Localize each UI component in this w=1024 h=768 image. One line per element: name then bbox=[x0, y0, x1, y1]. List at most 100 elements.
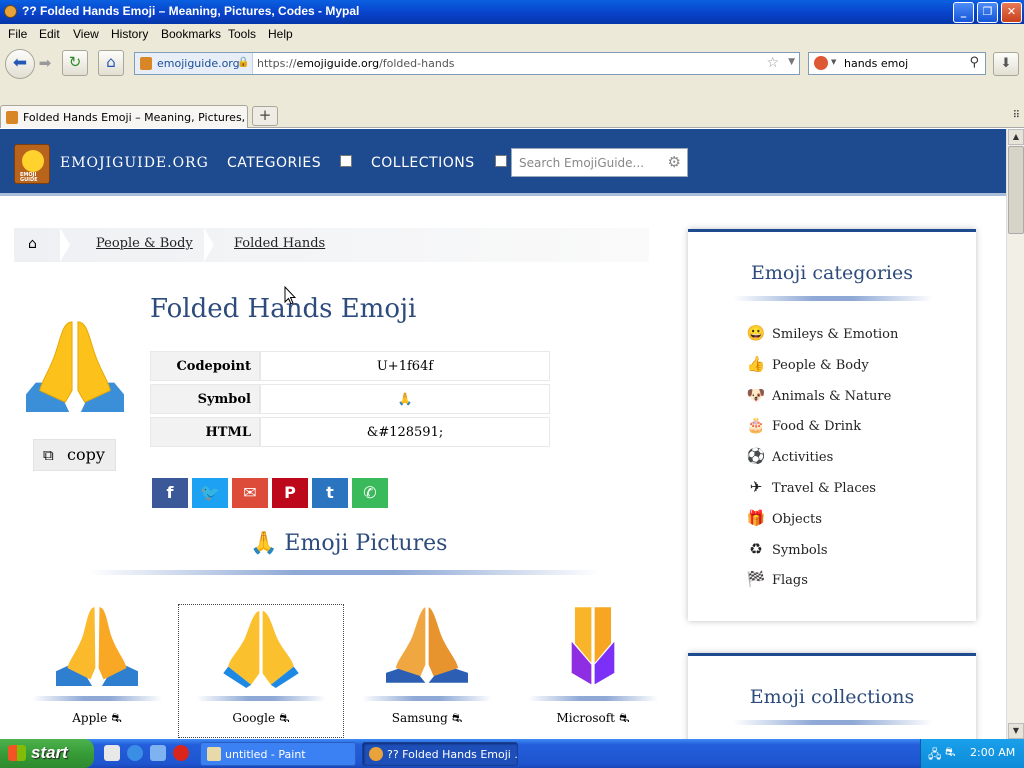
category-label: Animals & Nature bbox=[772, 388, 892, 404]
url-text[interactable]: https://emojiguide.org/folded-hands bbox=[257, 57, 455, 70]
site-identity[interactable]: emojiguide.org 🔒 bbox=[135, 53, 253, 74]
downloads-button[interactable]: ⬇ bbox=[993, 52, 1019, 76]
emoji-picture-samsung[interactable]: Samsung ⛐ bbox=[344, 604, 510, 738]
new-tab-button[interactable]: + bbox=[252, 106, 278, 126]
address-bar[interactable]: emojiguide.org 🔒 https://emojiguide.org/… bbox=[134, 52, 800, 75]
tab-list-icon[interactable]: ⠿ bbox=[1013, 110, 1020, 121]
category-label: Activities bbox=[772, 450, 834, 466]
search-engine-icon[interactable] bbox=[814, 56, 828, 70]
category-animals-nature[interactable]: 🐶 Animals & Nature bbox=[746, 386, 892, 404]
scroll-down-button[interactable]: ▼ bbox=[1008, 723, 1024, 739]
emojiguide-logo[interactable]: EMOJI GUIDE bbox=[14, 144, 50, 184]
menu-file[interactable]: File bbox=[8, 27, 27, 41]
picture-underline bbox=[196, 696, 326, 701]
vertical-scrollbar[interactable]: ▲ ▼ bbox=[1006, 129, 1024, 739]
nav-categories[interactable]: CATEGORIES bbox=[227, 155, 321, 171]
category-flags[interactable]: 🏁 Flags bbox=[746, 570, 808, 588]
menu-bookmarks[interactable]: Bookmarks bbox=[161, 27, 221, 41]
search-engine-dropdown-icon[interactable]: ▼ bbox=[831, 58, 836, 66]
emoji-picture-google[interactable]: Google ⛐ bbox=[178, 604, 344, 738]
search-bar[interactable]: ▼ hands emoj ⚲ bbox=[808, 52, 986, 75]
emoji-picture-microsoft[interactable]: Microsoft ⛐ bbox=[510, 604, 676, 738]
logo-text: EMOJI GUIDE bbox=[20, 172, 38, 183]
network-tray-icon[interactable]: 🖧 bbox=[928, 745, 941, 766]
internet-explorer-icon[interactable] bbox=[127, 745, 143, 761]
download-arrow-icon: ⬇ bbox=[1000, 56, 1012, 71]
start-button[interactable]: start bbox=[0, 739, 94, 768]
collections-checkbox[interactable] bbox=[495, 155, 507, 167]
site-brand[interactable]: EMOJIGUIDE.ORG bbox=[60, 155, 209, 171]
category-symbols[interactable]: ♻ Symbols bbox=[746, 539, 827, 558]
category-objects[interactable]: 🎁 Objects bbox=[746, 509, 822, 527]
task-paint[interactable]: untitled - Paint bbox=[200, 742, 356, 766]
categories-title: Emoji categories bbox=[751, 262, 913, 284]
categories-checkbox[interactable] bbox=[340, 155, 352, 167]
search-input[interactable]: hands emoj bbox=[844, 57, 908, 70]
close-button[interactable]: ✕ bbox=[1001, 2, 1022, 23]
windows-explorer-icon[interactable] bbox=[150, 745, 166, 761]
category-travel-places[interactable]: ✈ Travel & Places bbox=[746, 478, 876, 496]
clock: 2:00 AM bbox=[970, 746, 1016, 759]
home-button[interactable]: ⌂ bbox=[98, 50, 124, 76]
menu-bar: File Edit View History Bookmarks Tools H… bbox=[0, 24, 1024, 44]
category-people-body[interactable]: 👍 People & Body bbox=[746, 355, 869, 373]
codepoint-key: Codepoint bbox=[150, 351, 260, 381]
menu-help[interactable]: Help bbox=[268, 27, 293, 41]
forward-button[interactable]: ➡ bbox=[36, 54, 54, 74]
category-smileys-emotion[interactable]: 😀 Smileys & Emotion bbox=[746, 324, 899, 342]
pictures-heading: 🙏 Emoji Pictures bbox=[250, 531, 447, 556]
category-food-drink[interactable]: 🎂 Food & Drink bbox=[746, 416, 862, 435]
breadcrumb-people-body[interactable]: People & Body bbox=[96, 236, 193, 251]
task-mypal[interactable]: ?? Folded Hands Emoji ... bbox=[362, 742, 518, 766]
task-label: ?? Folded Hands Emoji ... bbox=[387, 748, 518, 761]
category-icon: ⚽ bbox=[746, 447, 766, 466]
category-activities[interactable]: ⚽ Activities bbox=[746, 447, 834, 466]
url-scheme: https:// bbox=[257, 57, 297, 70]
bookmark-star-icon[interactable]: ☆ bbox=[766, 55, 779, 71]
scroll-up-button[interactable]: ▲ bbox=[1008, 129, 1024, 145]
emoji-info-table: Codepoint U+1f64f Symbol 🙏 HTML &#128591; bbox=[150, 348, 550, 450]
url-dropdown-icon[interactable]: ▼ bbox=[788, 57, 795, 67]
vendor-logo-icon: ⛐ bbox=[111, 711, 122, 725]
tab-strip: Folded Hands Emoji – Meaning, Pictures, … bbox=[0, 84, 1024, 128]
menu-tools[interactable]: Tools bbox=[228, 27, 256, 41]
menu-edit[interactable]: Edit bbox=[39, 27, 60, 41]
scroll-thumb[interactable] bbox=[1008, 146, 1024, 234]
emoji-picture-apple[interactable]: Apple ⛐ bbox=[14, 604, 180, 738]
tray-app-icon[interactable]: ⛐ bbox=[945, 745, 955, 761]
nav-collections[interactable]: COLLECTIONS bbox=[371, 155, 475, 171]
copy-label: copy bbox=[67, 445, 105, 464]
pictures-heading-text: Emoji Pictures bbox=[284, 531, 448, 556]
share-whatsapp-button[interactable]: ✆ bbox=[352, 478, 388, 508]
reload-button[interactable]: ↻ bbox=[62, 50, 88, 76]
tab-folded-hands[interactable]: Folded Hands Emoji – Meaning, Pictures, … bbox=[0, 105, 248, 128]
share-facebook-button[interactable]: f bbox=[152, 478, 188, 508]
breadcrumb-folded-hands[interactable]: Folded Hands bbox=[234, 236, 325, 251]
share-pinterest-button[interactable]: P bbox=[272, 478, 308, 508]
maximize-button[interactable]: ❐ bbox=[977, 2, 998, 23]
vendor-logo-icon: ⛐ bbox=[451, 711, 463, 725]
category-label: People & Body bbox=[772, 357, 869, 373]
category-label: Food & Drink bbox=[772, 419, 862, 435]
category-icon: ✈ bbox=[749, 478, 763, 496]
search-icon[interactable]: ⚲ bbox=[969, 55, 979, 70]
share-twitter-button[interactable]: 🐦 bbox=[192, 478, 228, 508]
table-row: Symbol 🙏 bbox=[150, 384, 550, 414]
menu-view[interactable]: View bbox=[73, 27, 99, 41]
category-icon: ♻ bbox=[749, 539, 763, 558]
tumblr-icon: t bbox=[326, 483, 334, 502]
opera-icon[interactable] bbox=[173, 745, 189, 761]
share-tumblr-button[interactable]: t bbox=[312, 478, 348, 508]
copy-button[interactable]: ⧉ copy bbox=[33, 439, 116, 471]
show-desktop-icon[interactable] bbox=[104, 745, 120, 761]
share-email-button[interactable]: ✉ bbox=[232, 478, 268, 508]
minimize-button[interactable]: _ bbox=[953, 2, 974, 23]
menu-history[interactable]: History bbox=[111, 27, 148, 41]
home-icon[interactable]: ⌂ bbox=[28, 236, 37, 252]
back-button[interactable]: ⬅ bbox=[5, 49, 35, 79]
site-search-icon[interactable]: ⚙ bbox=[668, 153, 681, 171]
vendor-label-microsoft: Microsoft ⛐ bbox=[510, 711, 676, 727]
site-search-input[interactable]: Search EmojiGuide... ⚙ bbox=[511, 148, 688, 177]
category-label: Flags bbox=[772, 573, 808, 589]
url-domain: emojiguide.org bbox=[296, 57, 380, 70]
